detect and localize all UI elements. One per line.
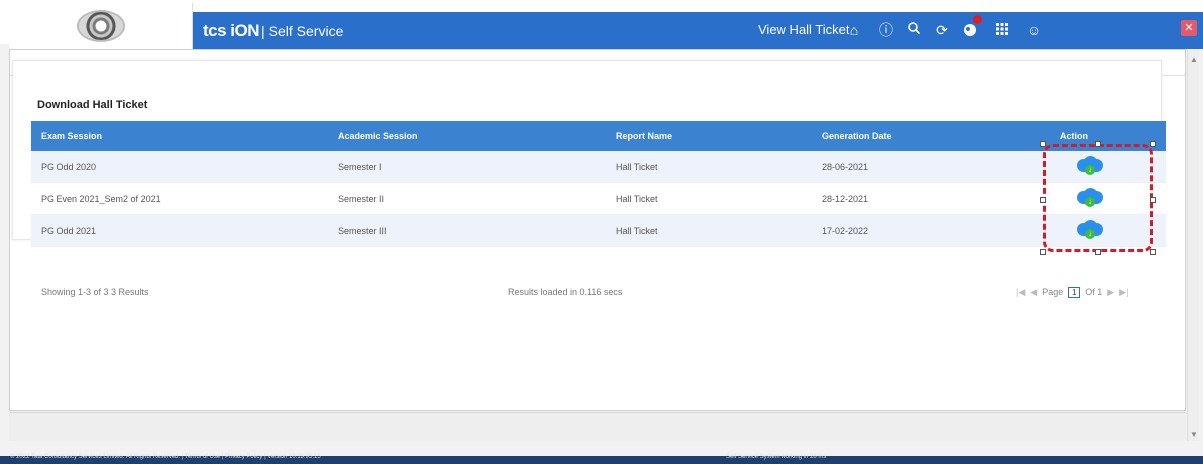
generation-date-cell: 28-06-2021 — [822, 161, 869, 172]
exam-session-cell: PG Odd 2020 — [41, 161, 97, 172]
user-icon[interactable]: ☺ — [1025, 21, 1043, 39]
highlight-annotation — [1043, 144, 1153, 252]
brand-subtitle: Self Service — [268, 22, 344, 39]
header-report-name[interactable]: Report Name — [616, 131, 822, 141]
page-title: View Hall Ticket — [758, 22, 850, 37]
next-page-icon[interactable]: ▶ — [1107, 287, 1114, 298]
pager-page-label: Page — [1042, 287, 1064, 297]
pager-of-total: Of 1 — [1085, 287, 1103, 297]
help-icon[interactable]: ⓘ — [877, 21, 895, 39]
academic-session-cell: Semester I — [338, 161, 382, 172]
table-row: PG Odd 2021 Semester III Hall Ticket 17-… — [31, 215, 1166, 247]
resize-handle[interactable] — [1150, 141, 1156, 147]
header: tcs iON | Self Service View Hall Ticket … — [0, 0, 1203, 49]
panel-title: Download Hall Ticket — [37, 99, 148, 111]
resize-handle[interactable] — [1150, 197, 1156, 203]
notification-icon[interactable] — [961, 15, 982, 39]
prev-page-icon[interactable]: ◀ — [1030, 287, 1037, 298]
footer: © 2022 Tata Consultancy Services Limited… — [0, 454, 1203, 464]
first-page-icon[interactable]: |◀ — [1016, 287, 1025, 298]
report-name-cell: Hall Ticket — [616, 225, 658, 236]
generation-date-cell: 17-02-2022 — [822, 225, 869, 236]
results-count: Showing 1-3 of 3 3 Results — [41, 287, 149, 297]
page: tcs iON | Self Service View Hall Ticket … — [0, 0, 1203, 464]
top-bar: tcs iON | Self Service View Hall Ticket … — [193, 12, 1203, 49]
page-number-input[interactable]: 1 — [1068, 286, 1081, 298]
refresh-icon[interactable]: ⟳ — [933, 21, 951, 39]
brand-logo[interactable]: tcs iON — [203, 21, 260, 41]
header-generation-date[interactable]: Generation Date — [822, 131, 1050, 141]
apps-grid-icon[interactable] — [993, 21, 1011, 39]
brand-separator: | — [261, 22, 265, 39]
footer-copyright: © 2022 Tata Consultancy Services Limited… — [10, 454, 321, 460]
table-footer: Showing 1-3 of 3 3 Results Results loade… — [31, 282, 1166, 302]
resize-handle[interactable] — [1040, 197, 1046, 203]
generation-date-cell: 28-12-2021 — [822, 193, 869, 204]
resize-handle[interactable] — [1095, 249, 1101, 255]
hall-ticket-table: Exam Session Academic Session Report Nam… — [31, 121, 1166, 247]
exam-session-cell: PG Odd 2021 — [41, 225, 97, 236]
footer-status: Self Service System working in 28 ms — [726, 454, 827, 460]
resize-handle[interactable] — [1040, 249, 1046, 255]
report-name-cell: Hall Ticket — [616, 193, 658, 204]
last-page-icon[interactable]: ▶| — [1119, 287, 1128, 298]
header-exam-session[interactable]: Exam Session — [31, 131, 333, 141]
header-action: Action — [1060, 131, 1088, 141]
resize-handle[interactable] — [1040, 141, 1046, 147]
scroll-down-icon[interactable]: ▼ — [1190, 430, 1198, 439]
exam-session-cell: PG Even 2021_Sem2 of 2021 — [41, 193, 161, 204]
search-icon[interactable] — [905, 21, 923, 39]
close-icon[interactable]: ✕ — [1181, 20, 1197, 36]
table-header: Exam Session Academic Session Report Nam… — [31, 121, 1166, 151]
report-name-cell: Hall Ticket — [616, 161, 658, 172]
table-row: PG Odd 2020 Semester I Hall Ticket 28-06… — [31, 151, 1166, 183]
emblem-logo-icon — [78, 12, 123, 40]
resize-handle[interactable] — [1150, 249, 1156, 255]
scroll-up-icon[interactable]: ▲ — [1190, 55, 1198, 64]
logo[interactable] — [9, 3, 193, 49]
frame-bottom-bar — [9, 412, 1186, 441]
pager: |◀ ◀ Page 1 Of 1 ▶ ▶| — [1016, 286, 1128, 298]
academic-session-cell: Semester II — [338, 193, 385, 204]
home-icon[interactable]: ⌂ — [845, 21, 863, 39]
table-row: PG Even 2021_Sem2 of 2021 Semester II Ha… — [31, 183, 1166, 215]
notification-badge — [973, 15, 982, 24]
results-load-time: Results loaded in 0.116 secs — [508, 287, 623, 297]
academic-session-cell: Semester III — [338, 225, 387, 236]
resize-handle[interactable] — [1095, 141, 1101, 147]
header-academic-session[interactable]: Academic Session — [333, 131, 616, 141]
scrollbar[interactable]: ▲ ▼ — [1187, 49, 1199, 441]
